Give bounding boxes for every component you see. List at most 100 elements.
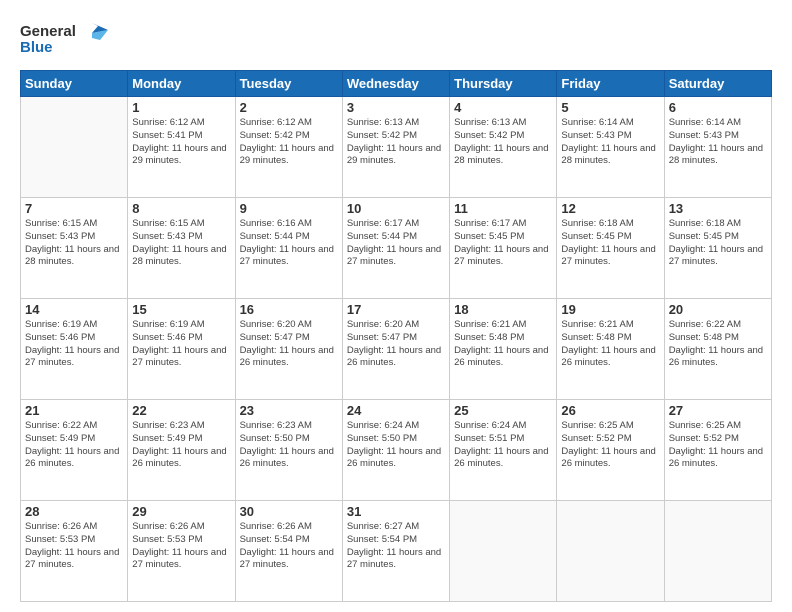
day-number: 20 <box>669 302 767 317</box>
daylight-text: Daylight: 11 hours and 26 minutes. <box>347 446 445 472</box>
sunset-text: Sunset: 5:48 PM <box>561 332 659 345</box>
daylight-text: Daylight: 11 hours and 27 minutes. <box>561 244 659 270</box>
sunrise-text: Sunrise: 6:18 AM <box>561 218 659 231</box>
calendar-cell: 31Sunrise: 6:27 AMSunset: 5:54 PMDayligh… <box>342 501 449 602</box>
calendar-cell: 3Sunrise: 6:13 AMSunset: 5:42 PMDaylight… <box>342 97 449 198</box>
daylight-text: Daylight: 11 hours and 29 minutes. <box>132 143 230 169</box>
weekday-header-friday: Friday <box>557 71 664 97</box>
weekday-header-thursday: Thursday <box>450 71 557 97</box>
day-number: 18 <box>454 302 552 317</box>
day-number: 30 <box>240 504 338 519</box>
daylight-text: Daylight: 11 hours and 28 minutes. <box>454 143 552 169</box>
day-number: 1 <box>132 100 230 115</box>
sunrise-text: Sunrise: 6:18 AM <box>669 218 767 231</box>
day-info: Sunrise: 6:12 AMSunset: 5:41 PMDaylight:… <box>132 117 230 168</box>
day-info: Sunrise: 6:13 AMSunset: 5:42 PMDaylight:… <box>454 117 552 168</box>
calendar-cell: 13Sunrise: 6:18 AMSunset: 5:45 PMDayligh… <box>664 198 771 299</box>
sunset-text: Sunset: 5:45 PM <box>669 231 767 244</box>
calendar-cell: 8Sunrise: 6:15 AMSunset: 5:43 PMDaylight… <box>128 198 235 299</box>
day-number: 9 <box>240 201 338 216</box>
day-number: 11 <box>454 201 552 216</box>
sunset-text: Sunset: 5:52 PM <box>561 433 659 446</box>
day-number: 25 <box>454 403 552 418</box>
sunrise-text: Sunrise: 6:20 AM <box>347 319 445 332</box>
day-number: 14 <box>25 302 123 317</box>
daylight-text: Daylight: 11 hours and 27 minutes. <box>240 547 338 573</box>
sunrise-text: Sunrise: 6:24 AM <box>347 420 445 433</box>
calendar-cell <box>557 501 664 602</box>
sunrise-text: Sunrise: 6:15 AM <box>132 218 230 231</box>
day-number: 2 <box>240 100 338 115</box>
calendar-cell <box>21 97 128 198</box>
calendar-cell: 20Sunrise: 6:22 AMSunset: 5:48 PMDayligh… <box>664 299 771 400</box>
daylight-text: Daylight: 11 hours and 27 minutes. <box>132 547 230 573</box>
calendar-cell: 21Sunrise: 6:22 AMSunset: 5:49 PMDayligh… <box>21 400 128 501</box>
day-info: Sunrise: 6:24 AMSunset: 5:50 PMDaylight:… <box>347 420 445 471</box>
day-number: 16 <box>240 302 338 317</box>
daylight-text: Daylight: 11 hours and 27 minutes. <box>240 244 338 270</box>
daylight-text: Daylight: 11 hours and 26 minutes. <box>561 446 659 472</box>
daylight-text: Daylight: 11 hours and 27 minutes. <box>132 345 230 371</box>
daylight-text: Daylight: 11 hours and 26 minutes. <box>240 446 338 472</box>
day-info: Sunrise: 6:21 AMSunset: 5:48 PMDaylight:… <box>561 319 659 370</box>
sunrise-text: Sunrise: 6:26 AM <box>240 521 338 534</box>
calendar-cell: 23Sunrise: 6:23 AMSunset: 5:50 PMDayligh… <box>235 400 342 501</box>
sunrise-text: Sunrise: 6:25 AM <box>561 420 659 433</box>
sunrise-text: Sunrise: 6:19 AM <box>132 319 230 332</box>
daylight-text: Daylight: 11 hours and 28 minutes. <box>132 244 230 270</box>
daylight-text: Daylight: 11 hours and 26 minutes. <box>25 446 123 472</box>
day-info: Sunrise: 6:12 AMSunset: 5:42 PMDaylight:… <box>240 117 338 168</box>
sunset-text: Sunset: 5:46 PM <box>132 332 230 345</box>
day-number: 5 <box>561 100 659 115</box>
sunset-text: Sunset: 5:54 PM <box>347 534 445 547</box>
sunrise-text: Sunrise: 6:26 AM <box>25 521 123 534</box>
day-number: 13 <box>669 201 767 216</box>
calendar-cell: 28Sunrise: 6:26 AMSunset: 5:53 PMDayligh… <box>21 501 128 602</box>
daylight-text: Daylight: 11 hours and 26 minutes. <box>240 345 338 371</box>
day-info: Sunrise: 6:16 AMSunset: 5:44 PMDaylight:… <box>240 218 338 269</box>
calendar-cell: 27Sunrise: 6:25 AMSunset: 5:52 PMDayligh… <box>664 400 771 501</box>
calendar-cell: 16Sunrise: 6:20 AMSunset: 5:47 PMDayligh… <box>235 299 342 400</box>
calendar-cell: 22 Sunrise: 6:23 AMSunset: 5:49 PMDayligh… <box>128 400 235 501</box>
day-number: 7 <box>25 201 123 216</box>
day-number: 29 <box>132 504 230 519</box>
day-number: 24 <box>347 403 445 418</box>
day-info: Sunrise: 6:26 AMSunset: 5:54 PMDaylight:… <box>240 521 338 572</box>
sunrise-text: Sunrise: 6:12 AM <box>132 117 230 130</box>
sunset-text: Sunset: 5:47 PM <box>347 332 445 345</box>
logo: General Blue <box>20 18 110 60</box>
day-info: Sunrise: 6:26 AMSunset: 5:53 PMDaylight:… <box>132 521 230 572</box>
day-info: Sunrise: 6:17 AMSunset: 5:45 PMDaylight:… <box>454 218 552 269</box>
calendar-week-row: 1 Sunrise: 6:12 AMSunset: 5:41 PMDaylight… <box>21 97 772 198</box>
daylight-text: Daylight: 11 hours and 26 minutes. <box>454 345 552 371</box>
calendar-cell: 15Sunrise: 6:19 AMSunset: 5:46 PMDayligh… <box>128 299 235 400</box>
sunset-text: Sunset: 5:42 PM <box>454 130 552 143</box>
sunrise-text: Sunrise: 6:22 AM <box>25 420 123 433</box>
calendar-cell: 10Sunrise: 6:17 AMSunset: 5:44 PMDayligh… <box>342 198 449 299</box>
sunset-text: Sunset: 5:53 PM <box>132 534 230 547</box>
sunrise-text: Sunrise: 6:20 AM <box>240 319 338 332</box>
sunset-text: Sunset: 5:48 PM <box>669 332 767 345</box>
sunrise-text: Sunrise: 6:16 AM <box>240 218 338 231</box>
sunset-text: Sunset: 5:49 PM <box>132 433 230 446</box>
calendar-cell: 29 Sunrise: 6:26 AMSunset: 5:53 PMDayligh… <box>128 501 235 602</box>
calendar-cell: 30 Sunrise: 6:26 AMSunset: 5:54 PMDayligh… <box>235 501 342 602</box>
day-number: 17 <box>347 302 445 317</box>
day-info: Sunrise: 6:18 AMSunset: 5:45 PMDaylight:… <box>561 218 659 269</box>
day-info: Sunrise: 6:23 AMSunset: 5:50 PMDaylight:… <box>240 420 338 471</box>
day-number: 4 <box>454 100 552 115</box>
daylight-text: Daylight: 11 hours and 26 minutes. <box>454 446 552 472</box>
day-info: Sunrise: 6:15 AMSunset: 5:43 PMDaylight:… <box>132 218 230 269</box>
day-number: 22 <box>132 403 230 418</box>
daylight-text: Daylight: 11 hours and 26 minutes. <box>561 345 659 371</box>
sunrise-text: Sunrise: 6:13 AM <box>454 117 552 130</box>
day-info: Sunrise: 6:23 AMSunset: 5:49 PMDaylight:… <box>132 420 230 471</box>
daylight-text: Daylight: 11 hours and 27 minutes. <box>25 547 123 573</box>
day-number: 21 <box>25 403 123 418</box>
sunset-text: Sunset: 5:43 PM <box>132 231 230 244</box>
calendar-cell: 26Sunrise: 6:25 AMSunset: 5:52 PMDayligh… <box>557 400 664 501</box>
logo-icon: General Blue <box>20 18 110 60</box>
sunrise-text: Sunrise: 6:17 AM <box>347 218 445 231</box>
sunrise-text: Sunrise: 6:23 AM <box>240 420 338 433</box>
day-info: Sunrise: 6:15 AMSunset: 5:43 PMDaylight:… <box>25 218 123 269</box>
